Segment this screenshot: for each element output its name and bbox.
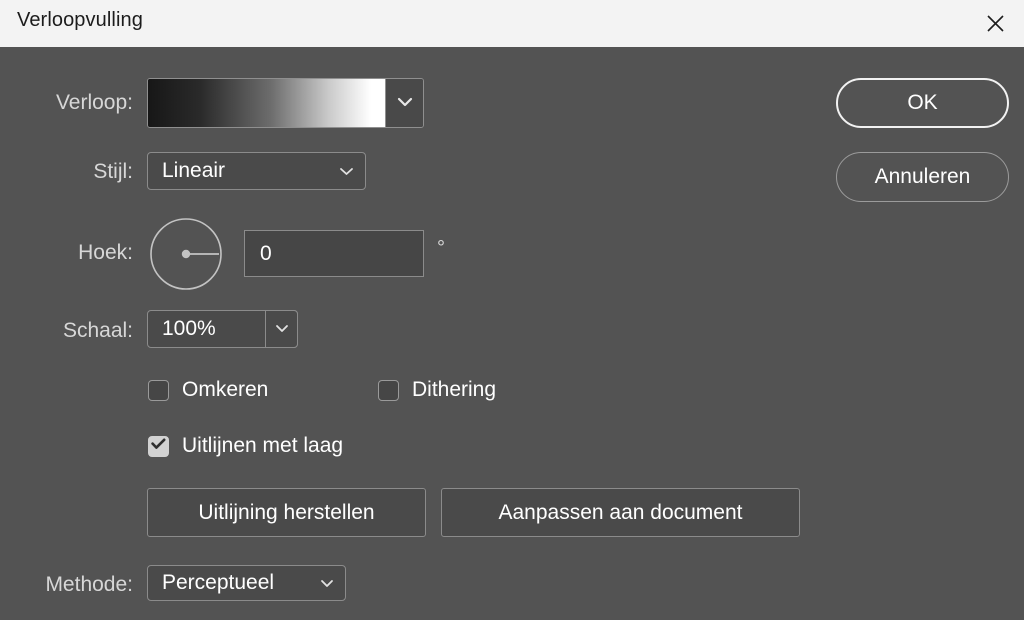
title-bar: Verloopvulling [0, 0, 1024, 47]
chevron-down-icon [275, 320, 289, 338]
reverse-checkbox-row[interactable]: Omkeren [148, 378, 268, 402]
dither-checkbox[interactable] [378, 380, 399, 401]
fit-to-document-button[interactable]: Aanpassen aan document [441, 488, 800, 537]
style-select-value: Lineair [148, 159, 225, 183]
align-with-layer-checkbox-row[interactable]: Uitlijnen met laag [148, 434, 343, 458]
close-button[interactable] [966, 0, 1024, 47]
cancel-button[interactable]: Annuleren [836, 152, 1009, 202]
gradient-fill-dialog: Verloopvulling Verloop: Stijl: [0, 0, 1024, 620]
reverse-checkbox[interactable] [148, 380, 169, 401]
scale-dropdown-button[interactable] [265, 310, 298, 348]
gradient-preview-swatch[interactable] [148, 79, 386, 127]
dither-checkbox-row[interactable]: Dithering [378, 378, 496, 402]
reverse-label: Omkeren [182, 378, 268, 402]
gradient-label: Verloop: [0, 91, 133, 115]
chevron-down-icon [339, 167, 354, 176]
close-icon [987, 15, 1004, 32]
gradient-dropdown-button[interactable] [386, 79, 423, 127]
method-select[interactable]: Perceptueel [147, 565, 346, 601]
dialog-body: Verloop: Stijl: Lineair Hoek: [0, 47, 1024, 620]
angle-dial-icon[interactable] [149, 217, 223, 291]
dither-label: Dithering [412, 378, 496, 402]
scale-input-value: 100% [148, 317, 216, 341]
align-with-layer-checkbox[interactable] [148, 436, 169, 457]
align-with-layer-label: Uitlijnen met laag [182, 434, 343, 458]
angle-input-value: 0 [245, 242, 272, 266]
method-label: Methode: [0, 573, 133, 597]
style-select[interactable]: Lineair [147, 152, 366, 190]
chevron-down-icon [320, 579, 334, 588]
angle-input[interactable]: 0 [244, 230, 424, 277]
checkmark-icon [151, 437, 166, 455]
window-title: Verloopvulling [17, 9, 143, 32]
degree-symbol: ° [437, 237, 445, 260]
ok-button[interactable]: OK [836, 78, 1009, 128]
gradient-picker[interactable] [147, 78, 424, 128]
scale-label: Schaal: [0, 319, 133, 343]
method-select-value: Perceptueel [148, 571, 274, 595]
reset-alignment-button[interactable]: Uitlijning herstellen [147, 488, 426, 537]
angle-label: Hoek: [0, 241, 133, 265]
style-label: Stijl: [0, 160, 133, 184]
chevron-down-icon [397, 94, 413, 112]
